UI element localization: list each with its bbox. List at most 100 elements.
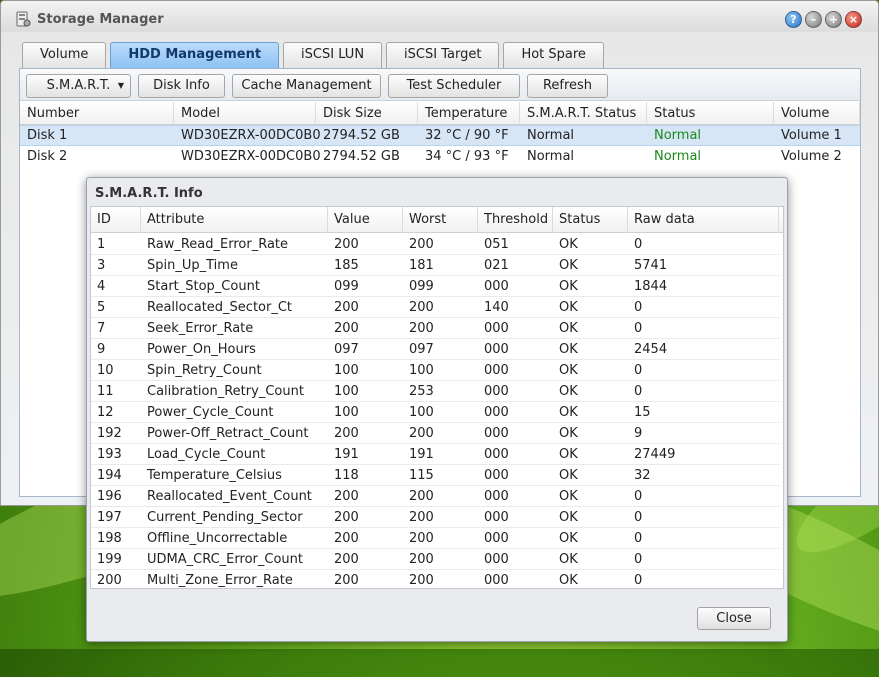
- column-header-smart-status[interactable]: S.M.A.R.T. Status: [520, 102, 647, 125]
- worst-cell: 099: [409, 279, 434, 294]
- table-row[interactable]: 196 Reallocated_Event_Count 200 200 000 OK 0: [91, 486, 779, 507]
- column-header-id[interactable]: ID: [91, 207, 141, 233]
- table-row[interactable]: 192 Power-Off_Retract_Count 200 200 000 OK 9: [91, 423, 779, 444]
- column-header-status[interactable]: Status: [553, 207, 628, 233]
- table-row[interactable]: 12 Power_Cycle_Count 100 100 000 OK 15: [91, 402, 779, 423]
- threshold-cell: 000: [484, 321, 509, 336]
- table-row[interactable]: 200 Multi_Zone_Error_Rate 200 200 000 OK 0: [91, 570, 779, 591]
- status-cell: OK: [559, 447, 578, 462]
- table-row[interactable]: 198 Offline_Uncorrectable 200 200 000 OK 0: [91, 528, 779, 549]
- close-icon[interactable]: ×: [845, 11, 862, 28]
- attribute-cell: Multi_Zone_Error_Rate: [147, 573, 293, 588]
- worst-cell: 200: [409, 426, 434, 441]
- test-scheduler-button[interactable]: Test Scheduler: [388, 74, 520, 98]
- table-row[interactable]: Disk 1 WD30EZRX-00DC0B0 2794.52 GB 32 °C…: [20, 125, 860, 146]
- threshold-cell: 021: [484, 258, 509, 273]
- window-title: Storage Manager: [37, 12, 164, 27]
- column-header-disk-size[interactable]: Disk Size: [316, 102, 418, 125]
- worst-cell: 181: [409, 258, 434, 273]
- id-cell: 4: [97, 279, 106, 294]
- tab-volume[interactable]: Volume: [22, 42, 107, 68]
- value-cell: 200: [334, 300, 359, 315]
- threshold-cell: 051: [484, 237, 509, 252]
- worst-cell: 100: [409, 405, 434, 420]
- help-icon[interactable]: ?: [785, 11, 802, 28]
- value-cell: 200: [334, 489, 359, 504]
- table-row[interactable]: Disk 2 WD30EZRX-00DC0B0 2794.52 GB 34 °C…: [20, 147, 860, 168]
- status-cell: OK: [559, 405, 578, 420]
- attribute-cell: Power-Off_Retract_Count: [147, 426, 309, 441]
- column-header-temperature[interactable]: Temperature: [418, 102, 520, 125]
- table-row[interactable]: 1 Raw_Read_Error_Rate 200 200 051 OK 0: [91, 234, 779, 255]
- refresh-button[interactable]: Refresh: [527, 74, 608, 98]
- value-cell: 185: [334, 258, 359, 273]
- attribute-cell: Calibration_Retry_Count: [147, 384, 304, 399]
- raw-data-cell: 0: [634, 300, 643, 315]
- table-row[interactable]: 11 Calibration_Retry_Count 100 253 000 OK 0: [91, 381, 779, 402]
- threshold-cell: 000: [484, 510, 509, 525]
- table-row[interactable]: 7 Seek_Error_Rate 200 200 000 OK 0: [91, 318, 779, 339]
- status-cell: OK: [559, 321, 578, 336]
- minimize-icon[interactable]: –: [805, 11, 822, 28]
- id-cell: 1: [97, 237, 106, 252]
- close-button[interactable]: Close: [697, 607, 771, 630]
- status-cell: OK: [559, 300, 578, 315]
- status-cell: OK: [559, 489, 578, 504]
- column-header-status[interactable]: Status: [647, 102, 774, 125]
- column-header-worst[interactable]: Worst: [403, 207, 478, 233]
- table-row[interactable]: 9 Power_On_Hours 097 097 000 OK 2454: [91, 339, 779, 360]
- threshold-cell: 000: [484, 447, 509, 462]
- tab-hdd-management[interactable]: HDD Management: [110, 42, 280, 68]
- column-header-raw-data[interactable]: Raw data: [628, 207, 779, 233]
- tab-iscsi-lun[interactable]: iSCSI LUN: [283, 42, 383, 68]
- value-cell: 200: [334, 510, 359, 525]
- column-header-value[interactable]: Value: [328, 207, 403, 233]
- disk-number-cell: Disk 1: [27, 128, 68, 143]
- table-row[interactable]: 197 Current_Pending_Sector 200 200 000 OK 0: [91, 507, 779, 528]
- cache-management-button[interactable]: Cache Management: [232, 74, 381, 98]
- column-header-threshold[interactable]: Threshold: [478, 207, 553, 233]
- value-cell: 200: [334, 531, 359, 546]
- threshold-cell: 000: [484, 405, 509, 420]
- disk-info-button[interactable]: Disk Info: [138, 74, 225, 98]
- table-row[interactable]: 193 Load_Cycle_Count 191 191 000 OK 27449: [91, 444, 779, 465]
- value-cell: 200: [334, 321, 359, 336]
- raw-data-cell: 9: [634, 426, 643, 441]
- tab-iscsi-target[interactable]: iSCSI Target: [386, 42, 500, 68]
- column-header-volume[interactable]: Volume: [774, 102, 860, 125]
- smart-dropdown-button[interactable]: S.M.A.R.T. ▼: [26, 74, 131, 98]
- title-bar[interactable]: Storage Manager ? – + ×: [1, 1, 878, 37]
- status-cell: OK: [559, 342, 578, 357]
- column-header-number[interactable]: Number: [20, 102, 174, 125]
- column-header-attribute[interactable]: Attribute: [141, 207, 328, 233]
- table-row[interactable]: 199 UDMA_CRC_Error_Count 200 200 000 OK 0: [91, 549, 779, 570]
- worst-cell: 200: [409, 489, 434, 504]
- status-cell: Normal: [654, 128, 702, 143]
- threshold-cell: 000: [484, 489, 509, 504]
- id-cell: 198: [97, 531, 122, 546]
- column-header-model[interactable]: Model: [174, 102, 316, 125]
- id-cell: 5: [97, 300, 106, 315]
- threshold-cell: 000: [484, 426, 509, 441]
- smart-status-cell: Normal: [527, 149, 575, 164]
- tab-hot-spare[interactable]: Hot Spare: [503, 42, 604, 68]
- status-cell: OK: [559, 237, 578, 252]
- table-row[interactable]: 194 Temperature_Celsius 118 115 000 OK 32: [91, 465, 779, 486]
- raw-data-cell: 0: [634, 363, 643, 378]
- table-row[interactable]: 3 Spin_Up_Time 185 181 021 OK 5741: [91, 255, 779, 276]
- value-cell: 200: [334, 426, 359, 441]
- table-row[interactable]: 4 Start_Stop_Count 099 099 000 OK 1844: [91, 276, 779, 297]
- id-cell: 11: [97, 384, 114, 399]
- worst-cell: 115: [409, 468, 434, 483]
- table-row[interactable]: 10 Spin_Retry_Count 100 100 000 OK 0: [91, 360, 779, 381]
- worst-cell: 097: [409, 342, 434, 357]
- raw-data-cell: 0: [634, 384, 643, 399]
- threshold-cell: 000: [484, 363, 509, 378]
- status-cell: OK: [559, 258, 578, 273]
- id-cell: 9: [97, 342, 106, 357]
- maximize-icon[interactable]: +: [825, 11, 842, 28]
- attribute-cell: Temperature_Celsius: [147, 468, 282, 483]
- worst-cell: 200: [409, 321, 434, 336]
- table-row[interactable]: 5 Reallocated_Sector_Ct 200 200 140 OK 0: [91, 297, 779, 318]
- value-cell: 191: [334, 447, 359, 462]
